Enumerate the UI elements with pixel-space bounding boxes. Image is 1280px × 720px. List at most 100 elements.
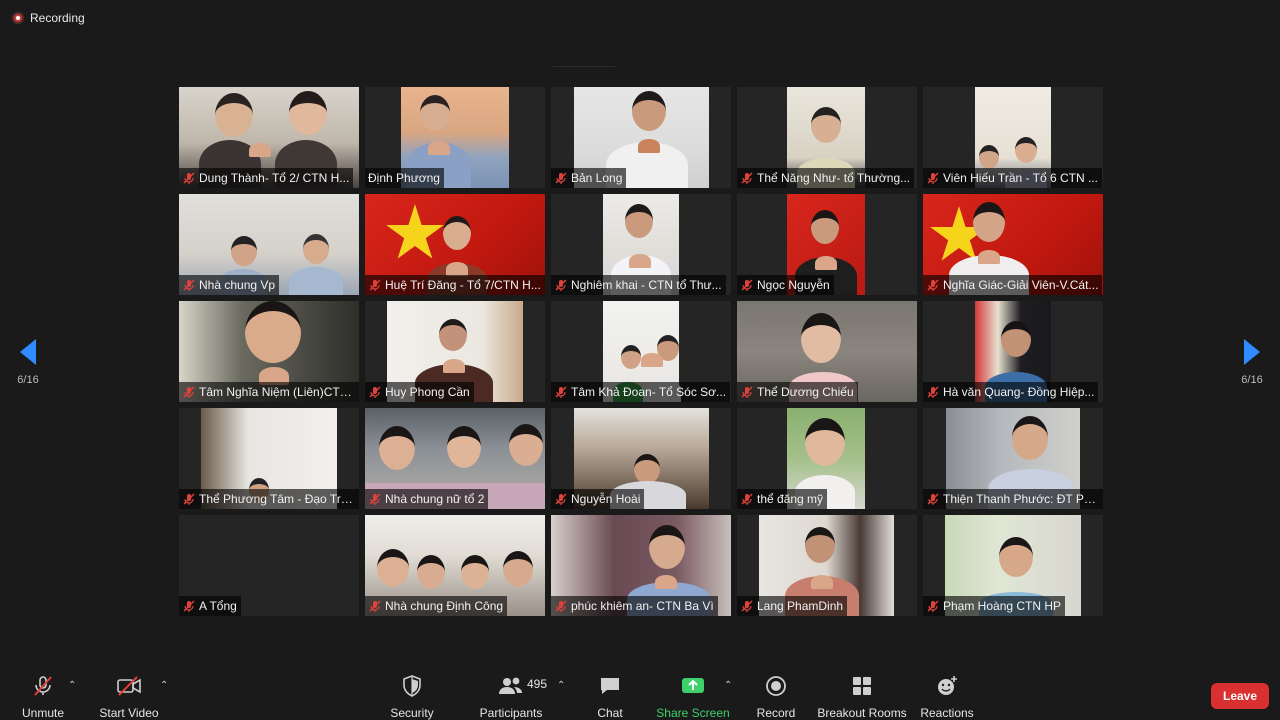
participant-tile[interactable]: Thể Năng Như- tổ Thường...	[737, 87, 917, 188]
chat-icon	[598, 674, 622, 698]
mic-muted-icon	[369, 279, 381, 291]
participant-name-bar: Nhà chung Định Công	[365, 596, 508, 616]
participant-tile[interactable]: Định Phương	[365, 87, 545, 188]
video-off-icon	[115, 674, 143, 698]
participant-tile[interactable]: Phạm Hoàng CTN HP	[923, 515, 1103, 616]
participant-tile[interactable]: Ngọc Nguyễn	[737, 194, 917, 295]
participant-name-bar: Tâm Nghĩa Niệm (Liên)CTN...	[179, 382, 359, 402]
participant-name: Định Phương	[368, 171, 440, 185]
participant-tile[interactable]: Nhà chung nữ tổ 2	[365, 408, 545, 509]
chat-button[interactable]: Chat	[565, 674, 655, 720]
mic-muted-icon	[741, 493, 753, 505]
page-indicator-left: 6/16	[17, 374, 39, 386]
participant-tile[interactable]: Dung Thành- Tổ 2/ CTN H...	[179, 87, 359, 188]
participant-tile[interactable]: Nghĩa Giác-Giải Viên-V.Cát...	[923, 194, 1103, 295]
participant-name-bar: Nguyễn Hoài	[551, 489, 645, 509]
record-icon	[764, 674, 788, 698]
participant-name: Phạm Hoàng CTN HP	[943, 599, 1062, 613]
participant-name-bar: Nhà chung nữ tổ 2	[365, 489, 489, 509]
mic-muted-icon	[927, 279, 939, 291]
participant-name-bar: Nghiêm khai - CTN tổ Thư...	[551, 275, 726, 295]
participant-tile[interactable]: Thể Dương Chiếu	[737, 301, 917, 402]
previous-page-control[interactable]: 6/16	[11, 339, 45, 386]
participant-tile[interactable]: Huệ Trí Đăng - Tổ 7/CTN H...	[365, 194, 545, 295]
participant-name: Thể Năng Như- tổ Thường...	[757, 171, 911, 185]
participant-tile[interactable]: Viên Hiếu Trần - Tổ 6 CTN ...	[923, 87, 1103, 188]
mic-muted-icon	[555, 493, 567, 505]
participant-tile[interactable]: Nhà chung Vp	[179, 194, 359, 295]
mic-muted-icon	[555, 600, 567, 612]
participant-tile[interactable]: Nguyễn Hoài	[551, 408, 731, 509]
security-button[interactable]: Security	[367, 674, 457, 720]
mic-muted-icon	[183, 172, 195, 184]
breakout-rooms-button[interactable]: Breakout Rooms	[817, 674, 907, 720]
participant-tile[interactable]: Tâm Khả Đoan- Tổ Sóc Sơ...	[551, 301, 731, 402]
participant-name: Tâm Khả Đoan- Tổ Sóc Sơ...	[571, 385, 727, 399]
participant-tile[interactable]: phúc khiêm an- CTN Ba Vì	[551, 515, 731, 616]
participant-tile[interactable]: thể đăng mỹ	[737, 408, 917, 509]
next-page-control[interactable]: 6/16	[1235, 339, 1269, 386]
participant-name-bar: Huệ Trí Đăng - Tổ 7/CTN H...	[365, 275, 545, 295]
participant-name: Nghĩa Giác-Giải Viên-V.Cát...	[943, 278, 1099, 292]
participant-name-bar: thể đăng mỹ	[737, 489, 828, 509]
participant-tile[interactable]: Thiện Thanh Phước: ĐT Phậ...	[923, 408, 1103, 509]
participant-tile[interactable]: A Tổng	[179, 515, 359, 616]
participant-name: Ngọc Nguyễn	[757, 278, 830, 292]
participant-tile[interactable]: Nhà chung Định Công	[365, 515, 545, 616]
participant-name: Dung Thành- Tổ 2/ CTN H...	[199, 171, 350, 185]
participant-tile[interactable]: Thể Phương Tâm - Đạo Trà...	[179, 408, 359, 509]
participant-name: Nghiêm khai - CTN tổ Thư...	[571, 278, 722, 292]
breakout-rooms-icon	[850, 674, 874, 698]
participant-tile[interactable]: Nghiêm khai - CTN tổ Thư...	[551, 194, 731, 295]
participant-name: Hà văn Quang- Đồng Hiệp...	[943, 385, 1095, 399]
leave-button[interactable]: Leave	[1211, 683, 1269, 709]
mic-muted-icon	[31, 674, 55, 698]
participant-tile[interactable]: Bản Long	[551, 87, 731, 188]
participant-name-bar: Huy Phong Cần	[365, 382, 474, 402]
participant-tile[interactable]: Hà văn Quang- Đồng Hiệp...	[923, 301, 1103, 402]
audio-options-caret-icon[interactable]: ⌃	[68, 680, 76, 691]
mic-muted-icon	[741, 172, 753, 184]
top-divider	[553, 66, 615, 67]
participant-count: 495	[527, 677, 548, 691]
participant-name: Nguyễn Hoài	[571, 492, 641, 506]
participant-name: phúc khiêm an- CTN Ba Vì	[571, 599, 714, 613]
participant-name-bar: Thiện Thanh Phước: ĐT Phậ...	[923, 489, 1103, 509]
participant-name: Thể Phương Tâm - Đạo Trà...	[199, 492, 355, 506]
participant-tile[interactable]: Tâm Nghĩa Niệm (Liên)CTN...	[179, 301, 359, 402]
participant-name-bar: Định Phương	[365, 168, 444, 188]
mic-muted-icon	[741, 279, 753, 291]
reactions-button[interactable]: Reactions	[902, 674, 992, 720]
participant-name: A Tổng	[199, 599, 237, 613]
participant-name: Huy Phong Cần	[385, 385, 470, 399]
participant-name-bar: Hà văn Quang- Đồng Hiệp...	[923, 382, 1099, 402]
arrow-left-icon[interactable]	[20, 339, 36, 365]
participant-name-bar: Ngọc Nguyễn	[737, 275, 834, 295]
participant-name: thể đăng mỹ	[757, 492, 824, 506]
mic-muted-icon	[183, 279, 195, 291]
participant-tile[interactable]: Lang PhamDinh	[737, 515, 917, 616]
recording-indicator[interactable]: Recording	[12, 11, 85, 25]
mic-muted-icon	[555, 386, 567, 398]
arrow-right-icon[interactable]	[1244, 339, 1260, 365]
mic-muted-icon	[741, 600, 753, 612]
participant-name-bar: Viên Hiếu Trần - Tổ 6 CTN ...	[923, 168, 1102, 188]
recording-icon	[12, 12, 24, 24]
participant-name: Nhà chung nữ tổ 2	[385, 492, 485, 506]
meeting-toolbar: Unmute ⌃ Start Video ⌃ Security Particip…	[0, 664, 1280, 720]
participant-name-bar: A Tổng	[179, 596, 241, 616]
participant-name-bar: Tâm Khả Đoan- Tổ Sóc Sơ...	[551, 382, 731, 402]
participant-tile[interactable]: Huy Phong Cần	[365, 301, 545, 402]
mic-muted-icon	[555, 172, 567, 184]
record-button[interactable]: Record	[731, 674, 821, 720]
participant-name: Bản Long	[571, 171, 623, 185]
participant-name: Tâm Nghĩa Niệm (Liên)CTN...	[199, 385, 355, 399]
video-options-caret-icon[interactable]: ⌃	[160, 680, 168, 691]
participant-name-bar: phúc khiêm an- CTN Ba Vì	[551, 596, 718, 616]
mic-muted-icon	[555, 279, 567, 291]
mic-muted-icon	[369, 493, 381, 505]
participant-name-bar: Nhà chung Vp	[179, 275, 280, 295]
mic-muted-icon	[183, 386, 195, 398]
participant-name-bar: Phạm Hoàng CTN HP	[923, 596, 1066, 616]
participants-icon	[496, 674, 526, 698]
